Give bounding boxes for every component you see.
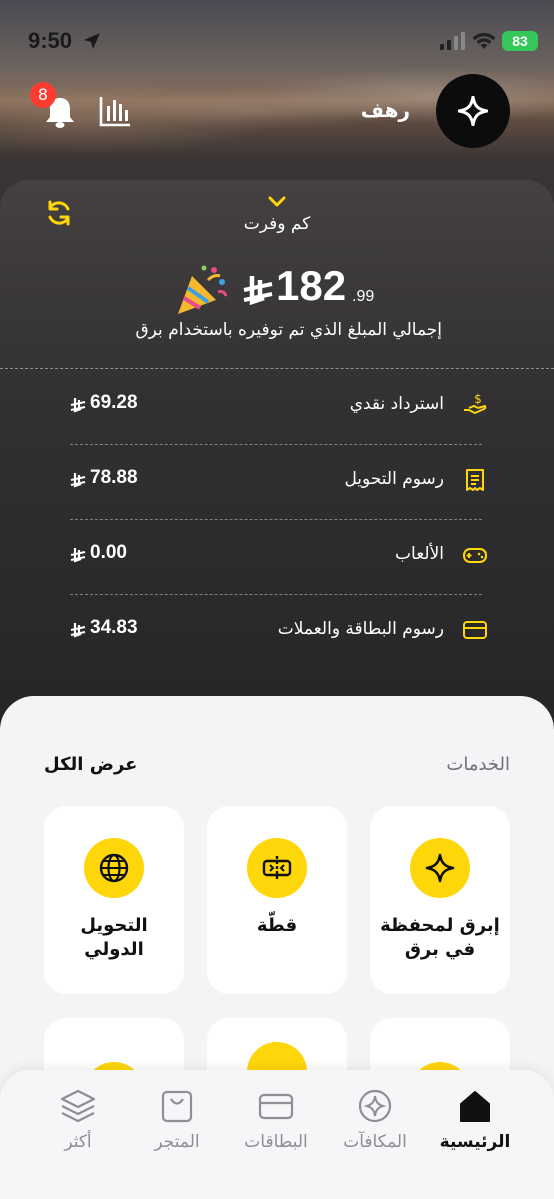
nav-item-rewards[interactable]: المكافآت xyxy=(325,1088,425,1158)
receipt-icon xyxy=(466,469,484,491)
riyal-symbol-icon xyxy=(243,276,273,306)
svg-text:$: $ xyxy=(474,392,482,406)
battery-indicator: 83 xyxy=(502,31,538,51)
breakdown-label: رسوم البطاقة والعملات xyxy=(277,619,444,639)
nav-label: البطاقات xyxy=(244,1132,308,1152)
savings-toggle-label[interactable]: كم وفرت xyxy=(200,214,354,234)
service-icon xyxy=(84,838,144,898)
nav-label: الرئيسية xyxy=(439,1132,511,1152)
service-icon xyxy=(247,838,307,898)
total-savings-decimal: .99 xyxy=(352,288,375,305)
service-label: التحويل الدولي xyxy=(80,915,148,960)
nav-item-home[interactable]: الرئيسية xyxy=(425,1088,525,1158)
chevron-down-icon[interactable] xyxy=(268,196,286,208)
card-icon xyxy=(463,621,487,639)
split-icon xyxy=(262,856,292,880)
total-savings-caption: إجمالي المبلغ الذي تم توفيره باستخدام بر… xyxy=(135,320,442,340)
breakdown-value: 69.28 xyxy=(90,392,138,413)
service-card-split[interactable]: قطّة xyxy=(207,806,347,994)
cash-hand-icon: $ xyxy=(464,392,487,414)
layers-icon xyxy=(60,1089,96,1123)
riyal-symbol-icon xyxy=(70,473,86,488)
nav-item-cards[interactable]: البطاقات xyxy=(226,1088,326,1158)
service-icon xyxy=(410,838,470,898)
breakdown-row-transfer-fees: رسوم التحويل 78.88 xyxy=(64,461,488,501)
breakdown-value: 34.83 xyxy=(90,617,138,638)
divider xyxy=(0,368,554,369)
location-arrow-icon xyxy=(84,33,100,49)
card-icon xyxy=(258,1093,294,1120)
service-label: قطّة xyxy=(256,915,298,936)
breakdown-label: الألعاب xyxy=(395,544,444,564)
compass-icon xyxy=(358,1089,392,1123)
service-label: إبرق لمحفظة في برق xyxy=(380,915,500,960)
party-popper-icon xyxy=(178,265,228,314)
wifi-icon xyxy=(472,32,496,49)
riyal-symbol-icon xyxy=(70,548,86,563)
riyal-symbol-icon xyxy=(70,398,86,413)
riyal-symbol-icon xyxy=(70,623,86,638)
bag-icon xyxy=(161,1090,193,1123)
breakdown-value: 78.88 xyxy=(90,467,138,488)
cellular-signal-icon xyxy=(440,32,465,50)
total-savings-amount: 182 xyxy=(276,262,347,309)
status-time: 9:50 xyxy=(28,28,73,53)
breakdown-row-card-fees: رسوم البطاقة والعملات 34.83 xyxy=(64,611,488,651)
notification-badge: 8 xyxy=(30,82,56,108)
user-name: رهف xyxy=(360,98,410,122)
nav-label: المكافآت xyxy=(343,1132,407,1152)
divider xyxy=(70,519,482,520)
gamepad-icon xyxy=(463,548,487,563)
profile-avatar[interactable] xyxy=(436,74,510,148)
view-all-link[interactable]: عرض الكل xyxy=(44,754,154,775)
services-title: الخدمات xyxy=(446,754,510,775)
home-icon xyxy=(460,1091,490,1122)
breakdown-value: 0.00 xyxy=(90,542,127,563)
service-card-international-transfer[interactable]: التحويل الدولي xyxy=(44,806,184,994)
status-bar: 9:50 83 xyxy=(0,0,554,80)
globe-icon xyxy=(99,853,129,883)
divider xyxy=(70,444,482,445)
nav-label: المتجر xyxy=(154,1132,200,1152)
nav-item-store[interactable]: المتجر xyxy=(127,1088,227,1158)
refresh-icon[interactable] xyxy=(44,198,74,228)
nav-item-more[interactable]: أكثر xyxy=(28,1088,128,1158)
breakdown-label: استرداد نقدي xyxy=(349,394,444,414)
nav-label: أكثر xyxy=(64,1132,92,1152)
breakdown-label: رسوم التحويل xyxy=(344,469,444,489)
breakdown-row-cashback: استرداد نقدي $ 69.28 xyxy=(64,386,488,426)
sparkle-icon xyxy=(425,853,455,883)
divider xyxy=(70,594,482,595)
breakdown-row-games: الألعاب 0.00 xyxy=(64,536,488,576)
statistics-chart-icon[interactable] xyxy=(98,94,132,128)
service-card-barq-wallet[interactable]: إبرق لمحفظة في برق xyxy=(370,806,510,994)
sparkle-logo-icon xyxy=(458,96,488,126)
